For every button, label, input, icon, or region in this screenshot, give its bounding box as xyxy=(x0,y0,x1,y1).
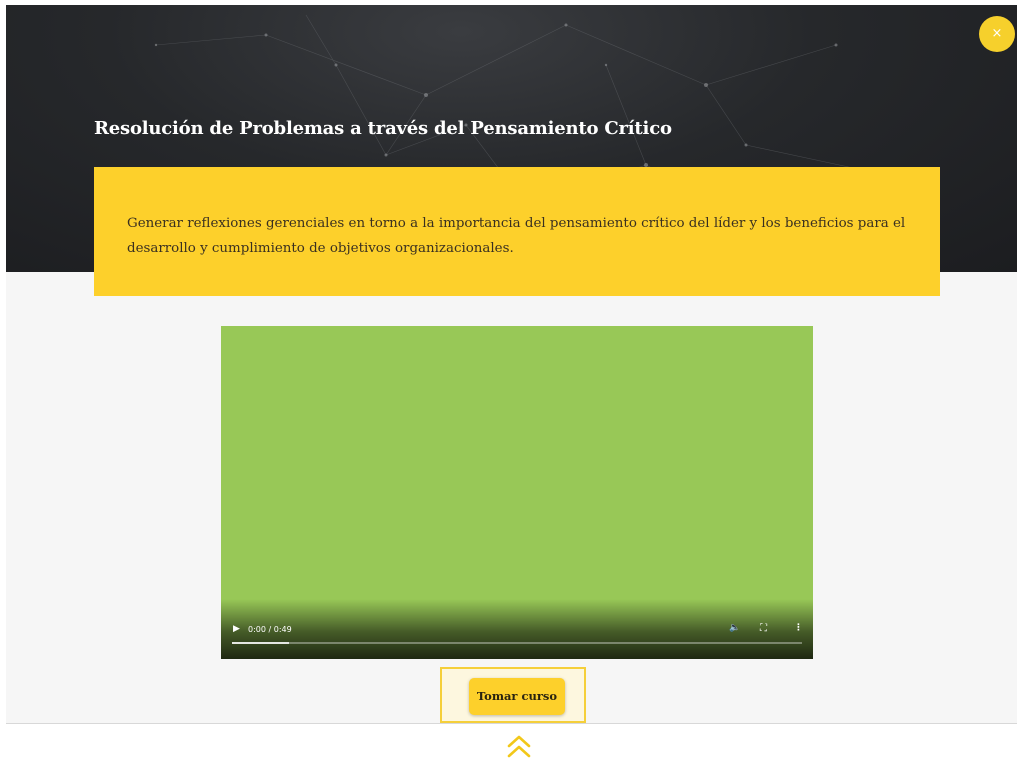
video-progress-bar[interactable] xyxy=(232,642,802,644)
more-options-icon[interactable]: ⋮ xyxy=(794,623,803,633)
video-player[interactable]: ▶ 0:00 / 0:49 🔈 ⛶ ⋮ xyxy=(221,326,813,659)
objective-text: Generar reflexiones gerenciales en torno… xyxy=(127,216,906,256)
video-buffer-fill xyxy=(232,642,289,644)
fullscreen-icon[interactable]: ⛶ xyxy=(760,623,767,634)
objective-box: Generar reflexiones gerenciales en torno… xyxy=(94,167,940,296)
take-course-button[interactable]: Tomar curso xyxy=(469,678,565,715)
cta-focus-frame: Tomar curso xyxy=(440,667,586,723)
close-icon: × xyxy=(991,26,1003,41)
double-chevron-up-icon[interactable] xyxy=(505,733,533,761)
course-title: Resolución de Problemas a través del Pen… xyxy=(94,118,672,139)
close-button[interactable]: × xyxy=(979,16,1015,52)
volume-icon[interactable]: 🔈 xyxy=(729,623,740,633)
course-modal: × Resolución de Problemas a través del P… xyxy=(6,5,1017,724)
play-icon[interactable]: ▶ xyxy=(233,624,240,634)
video-time: 0:00 / 0:49 xyxy=(248,625,292,634)
video-controls: ▶ 0:00 / 0:49 🔈 ⛶ ⋮ xyxy=(221,599,813,659)
